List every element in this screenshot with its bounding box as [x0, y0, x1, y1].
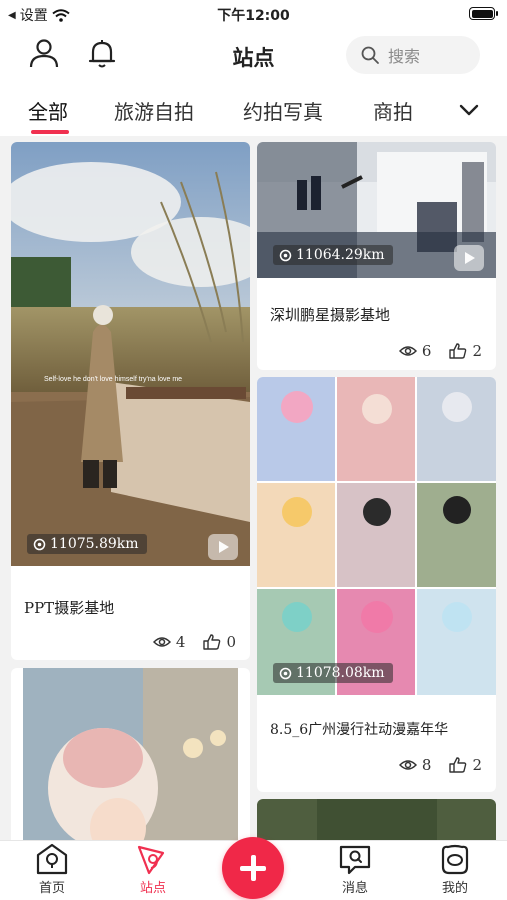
status-time: 下午12:00 — [217, 8, 290, 24]
site-icon — [137, 845, 165, 875]
top-header: 站点 搜索 — [0, 28, 507, 84]
location-pin-icon — [279, 249, 292, 261]
distance-badge: 11078.08km — [273, 663, 393, 683]
battery-icon — [469, 7, 498, 20]
search-input[interactable]: 搜索 — [346, 36, 480, 74]
site-title[interactable]: 8.5_6广州漫行社动漫嘉年华 — [270, 719, 448, 739]
nav-site[interactable]: 站点 — [123, 843, 183, 896]
site-card-ppt[interactable]: Self-love he don't love himself try'na l… — [11, 142, 250, 660]
site-title[interactable]: PPT摄影基地 — [24, 597, 114, 618]
thumbs-up-icon[interactable] — [203, 634, 221, 650]
site-stats: 6 2 — [398, 342, 482, 360]
location-pin-icon — [279, 667, 292, 679]
video-play-icon[interactable] — [208, 534, 238, 560]
site-photo-image — [257, 377, 496, 695]
tab-all[interactable]: 全部 — [28, 96, 68, 125]
tab-travel-selfie[interactable]: 旅游自拍 — [114, 96, 194, 125]
status-bar: ◀ 设置 下午12:00 — [0, 0, 507, 28]
site-stats: 4 0 — [152, 633, 236, 651]
eye-icon — [152, 637, 171, 647]
nav-messages[interactable]: 消息 — [325, 843, 385, 896]
distance-badge: 11064.29km — [273, 245, 393, 265]
search-placeholder: 搜索 — [388, 47, 421, 66]
site-photo[interactable]: Self-love he don't love himself try'na l… — [11, 142, 250, 566]
site-photo-image — [23, 668, 238, 840]
eye-icon — [398, 760, 417, 770]
site-card-pengxing[interactable]: 11064.29km 深圳鹏星摄影基地 6 2 — [257, 142, 496, 370]
search-icon — [361, 46, 379, 64]
message-icon — [339, 845, 371, 875]
site-photo[interactable] — [257, 799, 496, 840]
distance-badge: 11075.89km — [27, 534, 147, 554]
nav-home[interactable]: 首页 — [22, 843, 82, 896]
site-card-partial-right[interactable] — [257, 799, 496, 840]
site-title[interactable]: 深圳鹏星摄影基地 — [270, 304, 390, 325]
site-card-manxingshe[interactable]: 11078.08km 8.5_6广州漫行社动漫嘉年华 8 2 — [257, 377, 496, 792]
category-tabs: 全部 旅游自拍 约拍写真 商拍 — [0, 90, 507, 136]
video-play-icon[interactable] — [454, 245, 484, 271]
site-photo-image: Self-love he don't love himself try'na l… — [11, 142, 250, 566]
site-photo[interactable] — [23, 668, 238, 840]
site-card-partial-left[interactable] — [11, 668, 250, 840]
thumbs-up-icon[interactable] — [449, 757, 467, 773]
eye-icon — [398, 346, 417, 356]
location-pin-icon — [33, 538, 46, 550]
profile-icon — [441, 844, 469, 875]
photo-caption: Self-love he don't love himself try'na l… — [44, 376, 182, 383]
chevron-down-icon[interactable] — [457, 100, 481, 120]
home-icon — [36, 843, 68, 875]
nav-profile[interactable]: 我的 — [425, 843, 485, 896]
tab-active-indicator — [31, 130, 69, 134]
site-stats: 8 2 — [398, 756, 482, 774]
bottom-nav: 首页 站点 消息 我的 — [0, 837, 507, 900]
site-photo-image — [257, 799, 496, 840]
tab-portrait[interactable]: 约拍写真 — [243, 96, 323, 125]
tab-commercial[interactable]: 商拍 — [373, 96, 413, 125]
site-feed[interactable]: Self-love he don't love himself try'na l… — [0, 136, 507, 840]
thumbs-up-icon[interactable] — [449, 343, 467, 359]
site-photo[interactable] — [257, 377, 496, 695]
add-post-button[interactable] — [222, 837, 284, 899]
